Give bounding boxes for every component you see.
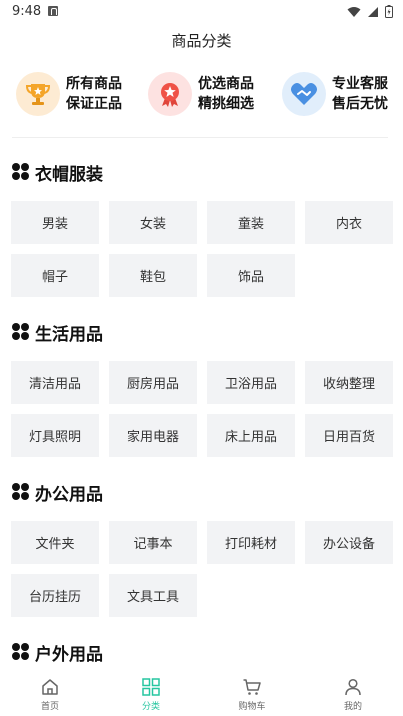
section-header: 户外用品 <box>12 640 103 665</box>
category-item[interactable]: 清洁用品 <box>11 361 99 404</box>
category-item[interactable]: 办公设备 <box>305 521 393 564</box>
wifi-icon <box>347 6 361 17</box>
tab-cart[interactable]: 购物车 <box>202 669 302 716</box>
feature-line1: 优选商品 <box>198 76 254 92</box>
tab-home[interactable]: 首页 <box>0 669 100 716</box>
category-item[interactable]: 卫浴用品 <box>207 361 295 404</box>
tab-label: 首页 <box>40 702 59 712</box>
star-badge-icon <box>148 72 192 116</box>
feature-service: 专业客服 售后无忧 <box>282 70 388 118</box>
category-item[interactable]: 文具工具 <box>109 574 197 617</box>
section-title: 户外用品 <box>35 644 103 665</box>
divider <box>12 137 388 138</box>
status-bar: 9:48 <box>0 0 403 24</box>
status-icons <box>347 5 393 18</box>
feature-line1: 所有商品 <box>66 76 122 92</box>
category-item[interactable]: 台历挂历 <box>11 574 99 617</box>
feature-line2: 售后无忧 <box>332 96 388 112</box>
person-icon <box>345 678 361 696</box>
section-header: 办公用品 <box>12 480 103 505</box>
status-time: 9:48 <box>12 4 42 19</box>
tab-label: 分类 <box>141 702 160 712</box>
feature-genuine: 所有商品 保证正品 <box>16 70 122 118</box>
tab-label: 我的 <box>343 702 362 712</box>
category-item[interactable]: 文件夹 <box>11 521 99 564</box>
category-item[interactable]: 厨房用品 <box>109 361 197 404</box>
bottom-tab-bar: 首页 分类 购物车 我的 <box>0 669 403 716</box>
feature-line2: 保证正品 <box>66 96 122 112</box>
tab-profile[interactable]: 我的 <box>303 669 403 716</box>
battery-icon <box>385 5 393 18</box>
page-title: 商品分类 <box>171 32 232 50</box>
category-item[interactable]: 女装 <box>109 201 197 244</box>
tab-label: 购物车 <box>238 702 266 712</box>
signal-icon <box>368 6 378 17</box>
category-item[interactable]: 家用电器 <box>109 414 197 457</box>
trophy-icon <box>16 72 60 116</box>
feature-selected: 优选商品 精挑细选 <box>148 70 254 118</box>
category-item[interactable]: 男装 <box>11 201 99 244</box>
section-header: 衣帽服装 <box>12 160 103 185</box>
cart-icon <box>243 679 261 695</box>
feature-strip: 所有商品 保证正品 优选商品 精挑细选 专业客服 售后无忧 <box>0 70 403 118</box>
category-item[interactable]: 日用百货 <box>305 414 393 457</box>
four-dots-icon <box>12 323 30 341</box>
category-item[interactable]: 内衣 <box>305 201 393 244</box>
section-title: 衣帽服装 <box>35 164 103 185</box>
category-item[interactable]: 帽子 <box>11 254 99 297</box>
handshake-icon <box>282 72 326 116</box>
feature-line1: 专业客服 <box>332 76 388 92</box>
four-dots-icon <box>12 483 30 501</box>
category-item[interactable]: 灯具照明 <box>11 414 99 457</box>
category-item[interactable]: 童装 <box>207 201 295 244</box>
section-title: 生活用品 <box>35 324 103 345</box>
feature-line2: 精挑细选 <box>198 96 254 112</box>
four-dots-icon <box>12 163 30 181</box>
notification-icon <box>48 6 58 16</box>
grid-icon <box>142 678 160 696</box>
category-item[interactable]: 鞋包 <box>109 254 197 297</box>
section-header: 生活用品 <box>12 320 103 345</box>
tab-category[interactable]: 分类 <box>101 669 201 716</box>
category-item[interactable]: 记事本 <box>109 521 197 564</box>
category-item[interactable]: 打印耗材 <box>207 521 295 564</box>
category-item[interactable]: 床上用品 <box>207 414 295 457</box>
home-icon <box>42 679 58 695</box>
four-dots-icon <box>12 643 30 661</box>
category-item[interactable]: 饰品 <box>207 254 295 297</box>
section-title: 办公用品 <box>35 484 103 505</box>
category-item[interactable]: 收纳整理 <box>305 361 393 404</box>
